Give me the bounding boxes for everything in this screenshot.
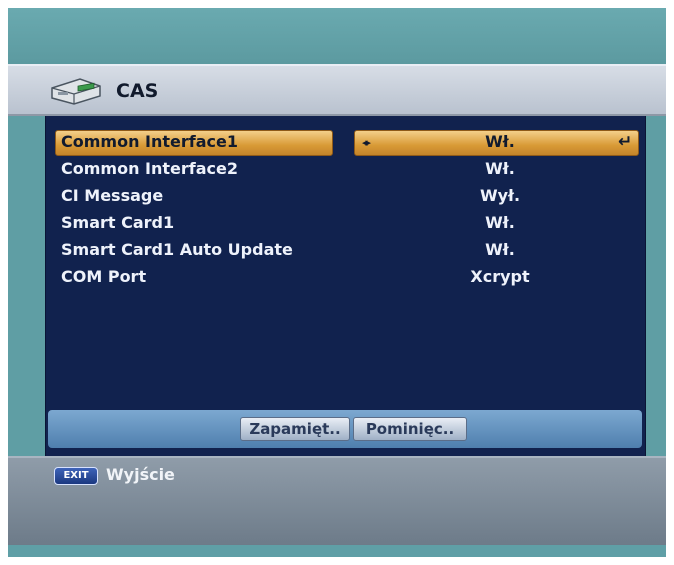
menu-row-smart-card1-auto-update[interactable]: Smart Card1 Auto Update Wł. — [46, 238, 645, 264]
menu-row-common-interface2[interactable]: Common Interface2 Wł. — [46, 157, 645, 183]
menu-item-value[interactable]: Wł. — [360, 213, 640, 232]
menu-item-label: Smart Card1 — [61, 213, 175, 232]
menu-item-label: Smart Card1 Auto Update — [61, 240, 293, 259]
bottom-band — [8, 545, 666, 557]
menu-row-smart-card1[interactable]: Smart Card1 Wł. — [46, 211, 645, 237]
button-bar: Zapamięt.. Pominięc.. — [48, 410, 642, 448]
menu-row-ci-message[interactable]: CI Message Wył. — [46, 184, 645, 210]
menu-row-common-interface1[interactable]: Common Interface1 ◂▸ Wł. ↵ — [46, 130, 645, 156]
smart-card-reader-icon — [51, 78, 101, 105]
menu-item-value[interactable]: Wł. — [360, 159, 640, 178]
menu-item-label: Common Interface2 — [61, 159, 238, 178]
menu-item-label: Common Interface1 — [61, 132, 238, 151]
exit-key-icon[interactable]: EXIT — [54, 467, 98, 485]
tv-menu-screen: CAS Common Interface1 ◂▸ Wł. ↵ Common In… — [8, 8, 666, 557]
menu-row-com-port[interactable]: COM Port Xcrypt — [46, 265, 645, 291]
title-bar: CAS — [8, 64, 666, 116]
menu-item-value[interactable]: Xcrypt — [360, 267, 640, 286]
save-button[interactable]: Zapamięt.. — [240, 417, 350, 441]
page-title: CAS — [116, 80, 159, 102]
menu-item-value[interactable]: Wł. — [360, 240, 640, 259]
skip-button[interactable]: Pominięc.. — [353, 417, 467, 441]
menu-item-value[interactable]: Wył. — [360, 186, 640, 205]
footer-bar: EXIT Wyjście — [8, 456, 666, 545]
menu-item-value[interactable]: Wł. — [360, 132, 640, 151]
menu-item-label: CI Message — [61, 186, 164, 205]
menu-item-label: COM Port — [61, 267, 147, 286]
settings-panel: Common Interface1 ◂▸ Wł. ↵ Common Interf… — [45, 116, 646, 456]
enter-icon: ↵ — [618, 132, 633, 152]
top-band — [8, 8, 666, 64]
exit-label: Wyjście — [106, 465, 175, 484]
